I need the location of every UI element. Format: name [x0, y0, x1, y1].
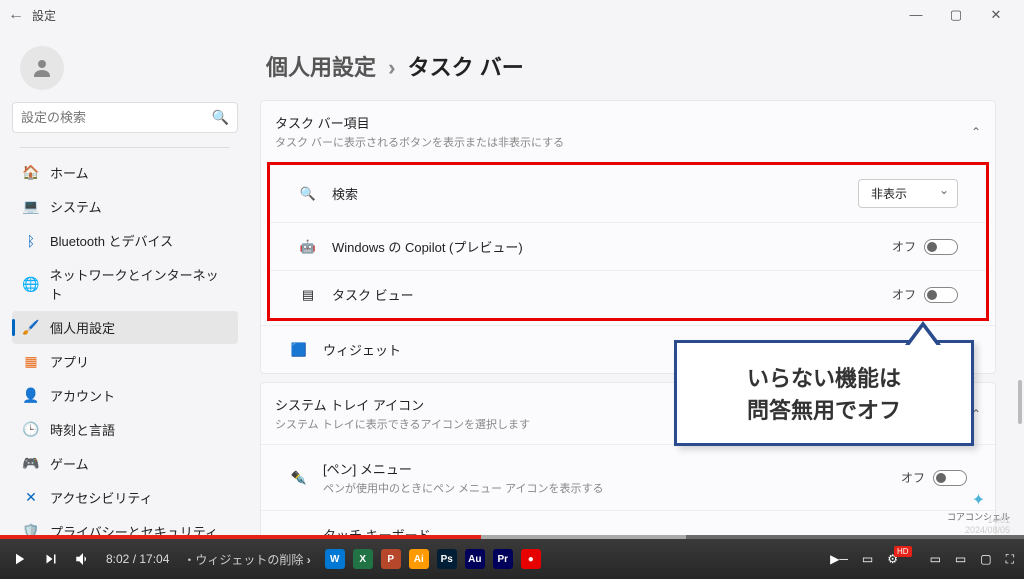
gaming-icon: 🎮 — [22, 455, 40, 473]
autoplay-toggle[interactable]: ▶─ — [830, 552, 848, 566]
search-dropdown[interactable]: 非表示 — [858, 179, 958, 208]
search-box[interactable]: 🔍 — [12, 102, 238, 133]
content-pane: 個人用設定 › タスク バー タスク バー項目 タスク バーに表示されるボタンを… — [250, 30, 1024, 540]
maximize-button[interactable]: ▢ — [944, 7, 968, 23]
settings-button[interactable]: ⚙HD — [887, 552, 915, 566]
window-titlebar: ← 設定 — ▢ ✕ — [0, 0, 1024, 30]
pen-icon: ✒️ — [289, 470, 309, 486]
account-icon: 👤 — [22, 387, 40, 405]
system-icon: 💻 — [22, 198, 40, 216]
taskview-toggle[interactable] — [924, 287, 958, 303]
scrollbar-thumb[interactable] — [1018, 380, 1022, 424]
card-header-taskbar-items[interactable]: タスク バー項目 タスク バーに表示されるボタンを表示または非表示にする ⌃ — [261, 101, 995, 162]
breadcrumb-parent[interactable]: 個人用設定 — [266, 55, 376, 80]
minimize-button[interactable]: — — [904, 7, 928, 23]
cast-button[interactable]: ▢ — [980, 552, 991, 566]
taskview-icon: ▤ — [298, 287, 318, 303]
search-icon: 🔍 — [298, 186, 318, 202]
video-chapter[interactable]: ・ウィジェットの削除 › — [183, 551, 310, 568]
sparkle-icon: ✦ — [947, 490, 1010, 510]
row-taskview[interactable]: ▤ タスク ビュー オフ — [270, 270, 986, 318]
window-title: 設定 — [32, 7, 904, 24]
next-button[interactable] — [42, 550, 60, 568]
callout-annotation: いらない機能は 問答無用でオフ — [674, 340, 974, 446]
fullscreen-button[interactable]: ⛶ — [1006, 552, 1014, 567]
chevron-up-icon: ⌃ — [971, 125, 981, 139]
network-icon: 🌐 — [22, 275, 40, 293]
volume-button[interactable] — [74, 550, 92, 568]
bluetooth-icon: ᛒ — [22, 232, 40, 250]
copilot-toggle[interactable] — [924, 239, 958, 255]
breadcrumb-current: タスク バー — [408, 55, 524, 80]
theater-button[interactable]: ▭ — [955, 552, 966, 566]
sidebar-item-accessibility[interactable]: ✕アクセシビリティ — [12, 481, 238, 514]
sidebar-item-account[interactable]: 👤アカウント — [12, 379, 238, 412]
search-icon: 🔍 — [212, 109, 229, 126]
sidebar-item-apps[interactable]: ▦アプリ — [12, 345, 238, 378]
row-copilot[interactable]: 🤖 Windows の Copilot (プレビュー) オフ — [270, 222, 986, 270]
pen-toggle[interactable] — [933, 470, 967, 486]
sidebar-item-time[interactable]: 🕒時刻と言語 — [12, 413, 238, 446]
sidebar: 🔍 🏠ホーム 💻システム ᛒBluetooth とデバイス 🌐ネットワークとイン… — [0, 30, 250, 540]
miniplayer-button[interactable]: ▭ — [930, 552, 941, 566]
taskbar-apps-overlay: WXPAiPsAuPr● — [325, 549, 541, 569]
home-icon: 🏠 — [22, 164, 40, 182]
play-button[interactable] — [10, 550, 28, 568]
avatar[interactable] — [20, 46, 64, 90]
row-search[interactable]: 🔍 検索 非表示 — [270, 165, 986, 222]
back-icon[interactable]: ← — [8, 6, 24, 24]
search-input[interactable] — [21, 110, 212, 125]
taskbar-items-card: タスク バー項目 タスク バーに表示されるボタンを表示または非表示にする ⌃ 🔍… — [260, 100, 996, 374]
close-button[interactable]: ✕ — [984, 7, 1008, 23]
sidebar-item-personalization[interactable]: 🖌️個人用設定 — [12, 311, 238, 344]
sidebar-item-home[interactable]: 🏠ホーム — [12, 156, 238, 189]
brush-icon: 🖌️ — [22, 319, 40, 337]
sidebar-item-gaming[interactable]: 🎮ゲーム — [12, 447, 238, 480]
sidebar-item-network[interactable]: 🌐ネットワークとインターネット — [12, 258, 238, 310]
highlight-box: 🔍 検索 非表示 🤖 Windows の Copilot (プレビュー) オフ … — [267, 162, 989, 321]
apps-icon: ▦ — [22, 353, 40, 371]
row-pen[interactable]: ✒️ [ペン] メニューペンが使用中のときにペン メニュー アイコンを表示する … — [261, 444, 995, 510]
subtitles-button[interactable]: ▭ — [862, 552, 873, 566]
sidebar-item-system[interactable]: 💻システム — [12, 190, 238, 223]
sidebar-item-bluetooth[interactable]: ᛒBluetooth とデバイス — [12, 224, 238, 257]
chevron-right-icon: › — [388, 55, 395, 80]
breadcrumb: 個人用設定 › タスク バー — [266, 50, 996, 82]
copilot-icon: 🤖 — [298, 239, 318, 255]
widgets-icon: 🟦 — [289, 342, 309, 358]
accessibility-icon: ✕ — [22, 489, 40, 507]
clock-icon: 🕒 — [22, 421, 40, 439]
window-controls: — ▢ ✕ — [904, 7, 1016, 23]
system-clock: 14:01 2024/08/05 — [965, 515, 1010, 535]
video-player-bar: 8:02 / 17:04 ・ウィジェットの削除 › WXPAiPsAuPr● ▶… — [0, 539, 1024, 579]
video-time: 8:02 / 17:04 — [106, 552, 169, 566]
